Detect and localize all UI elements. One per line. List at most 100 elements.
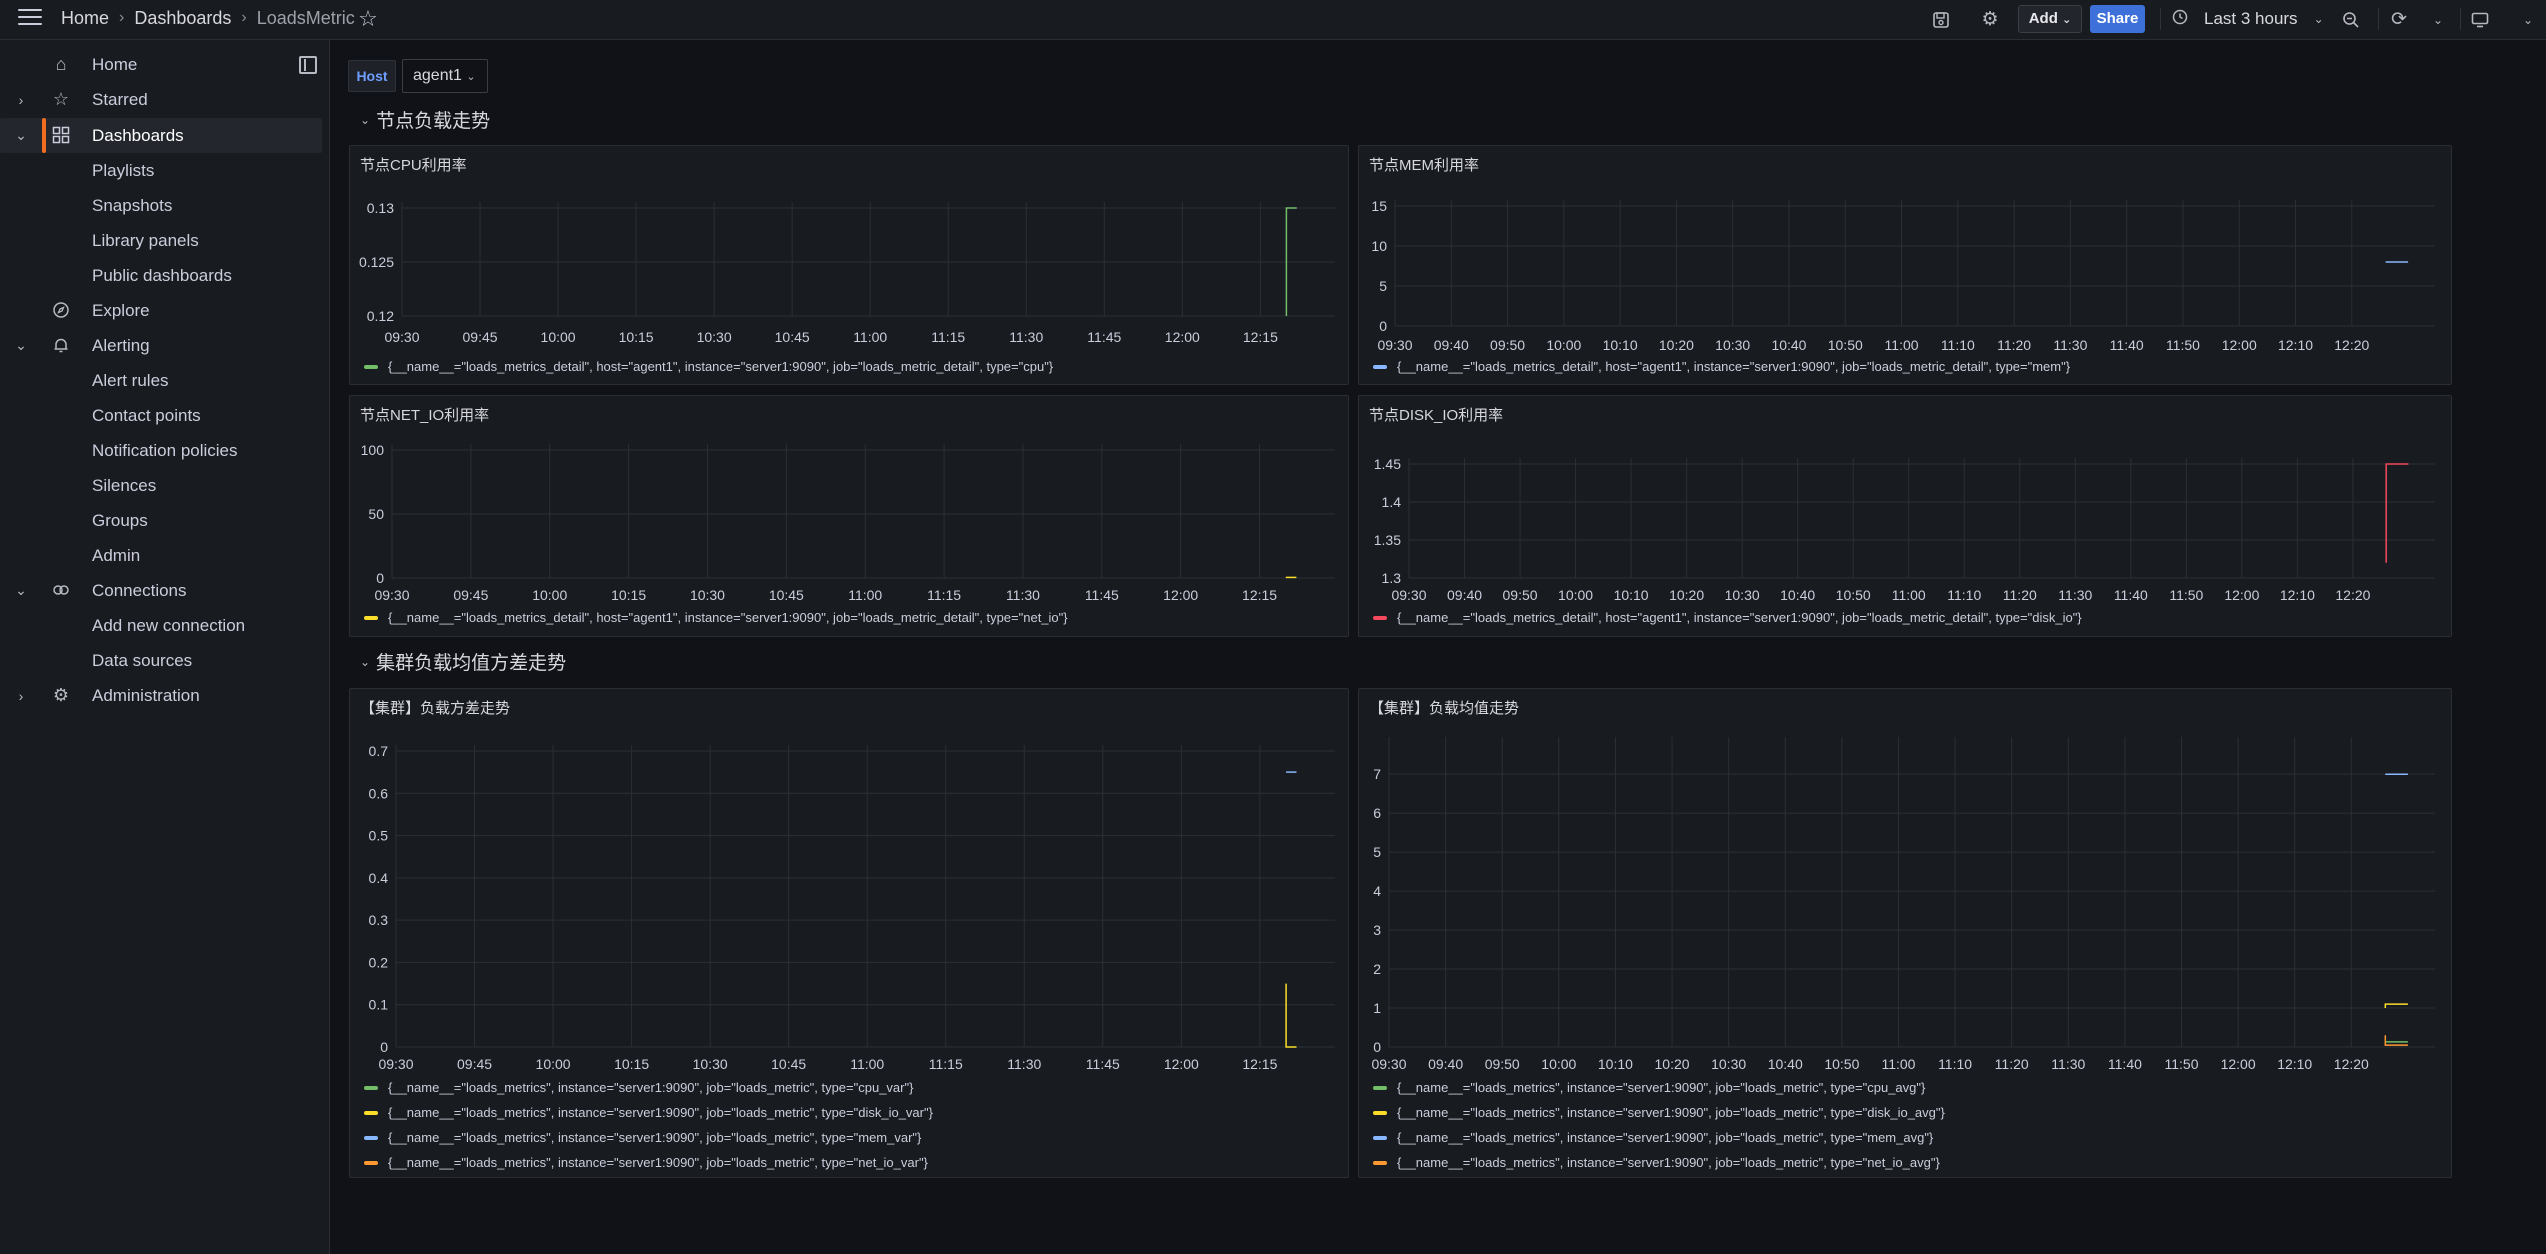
chart-legend: {__name__="loads_metrics_detail", host="…: [1373, 354, 2070, 379]
sidebar-item-add-new-connection[interactable]: Add new connection: [0, 608, 322, 643]
bell-icon: [50, 332, 72, 359]
x-tick-label: 11:30: [2053, 337, 2087, 353]
legend-item[interactable]: {__name__="loads_metrics", instance="ser…: [1373, 1150, 1945, 1175]
sidebar-item-label: Silences: [92, 475, 157, 495]
x-tick-label: 11:00: [1885, 337, 1919, 353]
legend-label: {__name__="loads_metrics", instance="ser…: [388, 1105, 933, 1120]
legend-item[interactable]: {__name__="loads_metrics", instance="ser…: [364, 1125, 933, 1150]
sidebar-item-public-dashboards[interactable]: Public dashboards: [0, 258, 322, 293]
sidebar-item-snapshots[interactable]: Snapshots: [0, 188, 322, 223]
panel-mem[interactable]: 节点MEM利用率 0 5 10 15 09:30 09:40 09:50 10:00 10:10 1…: [1358, 145, 2452, 385]
chart-svg: 0 5 10 15 09:30 09:40 09:50 10:00 10:10 10:20 10:3…: [1371, 198, 2435, 353]
star-icon[interactable]: ☆: [356, 7, 380, 31]
y-tick-label: 0.6: [369, 785, 389, 801]
x-tick-label: 10:00: [1541, 1056, 1576, 1072]
sidebar-item-contact-points[interactable]: Contact points: [0, 398, 322, 433]
y-tick-label: 5: [1373, 844, 1381, 860]
y-tick-label: 1.35: [1374, 532, 1401, 548]
tv-mode-icon[interactable]: [2466, 6, 2494, 34]
refresh-icon[interactable]: ⟳: [2385, 6, 2413, 34]
clock-icon: [2172, 9, 2188, 30]
series-line: [2384, 1003, 2408, 1008]
share-button[interactable]: Share: [2090, 5, 2145, 33]
x-tick-label: 10:00: [541, 329, 576, 345]
x-tick-label: 10:30: [1711, 1056, 1746, 1072]
menu-icon[interactable]: [18, 9, 42, 29]
breadcrumb-home[interactable]: Home: [61, 8, 109, 29]
save-icon[interactable]: [1927, 6, 1955, 34]
time-range-picker[interactable]: Last 3 hours ⌄: [2172, 5, 2324, 33]
add-button[interactable]: Add ⌄: [2018, 5, 2082, 33]
chevron-down-icon[interactable]: ⌄: [2424, 6, 2452, 34]
sidebar-item-playlists[interactable]: Playlists: [0, 153, 322, 188]
sidebar-item-admin[interactable]: Admin: [0, 538, 322, 573]
sidebar-item-label: Starred: [92, 89, 148, 109]
gear-icon[interactable]: ⚙: [1976, 6, 2004, 34]
x-tick-label: 11:45: [1086, 1056, 1120, 1072]
legend-item[interactable]: {__name__="loads_metrics_detail", host="…: [1373, 605, 2082, 630]
chevron-right-icon[interactable]: ›: [14, 688, 28, 704]
legend-item[interactable]: {__name__="loads_metrics", instance="ser…: [364, 1100, 933, 1125]
chevron-down-icon[interactable]: ⌄: [2514, 6, 2542, 34]
x-tick-label: 09:30: [1391, 587, 1426, 603]
row-header-node-load[interactable]: ⌄ 节点负载走势: [360, 106, 490, 133]
legend-item[interactable]: {__name__="loads_metrics_detail", host="…: [1373, 354, 2070, 379]
y-tick-label: 15: [1371, 198, 1387, 214]
legend-item[interactable]: {__name__="loads_metrics_detail", host="…: [364, 354, 1053, 379]
y-tick-label: 0: [1373, 1039, 1381, 1055]
panel-net-io[interactable]: 节点NET_IO利用率 0 50 100 09:30 09:45 10:00 10:15 10:…: [349, 395, 1349, 637]
x-tick-label: 12:20: [2334, 337, 2369, 353]
chart-legend: {__name__="loads_metrics_detail", host="…: [1373, 605, 2082, 630]
sidebar-item-silences[interactable]: Silences: [0, 468, 322, 503]
star-icon: ☆: [52, 89, 70, 109]
x-tick-label: 10:20: [1655, 1056, 1690, 1072]
series-line: [1285, 983, 1297, 1048]
sidebar-item-administration[interactable]: › ⚙ Administration: [0, 678, 322, 713]
sidebar-item-explore[interactable]: Explore: [0, 293, 322, 328]
chevron-down-icon[interactable]: ⌄: [14, 127, 28, 144]
panel-cpu[interactable]: 节点CPU利用率 0.12 0.125 0.13 09:30 09:45 10:00 10:1…: [349, 145, 1349, 385]
panel-cluster-variance[interactable]: 【集群】负载方差走势 0 0.1 0.2 0.3 0.4 0.5 0.6 0.7 09:30 09:…: [349, 688, 1349, 1178]
zoom-out-icon[interactable]: [2337, 6, 2365, 34]
sidebar-item-data-sources[interactable]: Data sources: [0, 643, 322, 678]
y-tick-label: 0.125: [359, 254, 394, 270]
active-indicator: [42, 118, 46, 153]
sidebar-item-alerting[interactable]: ⌄ Alerting: [0, 328, 322, 363]
x-tick-label: 10:50: [1836, 587, 1871, 603]
x-tick-label: 10:15: [611, 587, 646, 603]
sidebar-item-notification-policies[interactable]: Notification policies: [0, 433, 322, 468]
x-tick-label: 11:30: [1009, 329, 1043, 345]
sidebar-item-dashboards[interactable]: ⌄ Dashboards: [0, 118, 322, 153]
sidebar-item-groups[interactable]: Groups: [0, 503, 322, 538]
sidebar-item-alert-rules[interactable]: Alert rules: [0, 363, 322, 398]
x-tick-label: 10:20: [1669, 587, 1704, 603]
legend-item[interactable]: {__name__="loads_metrics", instance="ser…: [1373, 1125, 1945, 1150]
legend-item[interactable]: {__name__="loads_metrics", instance="ser…: [364, 1150, 933, 1175]
legend-item[interactable]: {__name__="loads_metrics", instance="ser…: [364, 1075, 933, 1100]
legend-label: {__name__="loads_metrics", instance="ser…: [1397, 1105, 1945, 1120]
y-tick-label: 0: [376, 570, 384, 586]
row-header-cluster-load[interactable]: ⌄ 集群负载均值方差走势: [360, 648, 566, 675]
legend-item[interactable]: {__name__="loads_metrics", instance="ser…: [1373, 1075, 1945, 1100]
legend-item[interactable]: {__name__="loads_metrics_detail", host="…: [364, 605, 1068, 630]
chart-legend: {__name__="loads_metrics_detail", host="…: [364, 605, 1068, 630]
legend-item[interactable]: {__name__="loads_metrics", instance="ser…: [1373, 1100, 1945, 1125]
breadcrumb-dashboards[interactable]: Dashboards: [134, 8, 231, 29]
x-tick-label: 10:45: [769, 587, 804, 603]
sidebar-item-connections[interactable]: ⌄ Connections: [0, 573, 322, 608]
panel-cluster-average[interactable]: 【集群】负载均值走势 0 1 2 3 4 5 6 7 09:30 09:40 09:50 10:00 10…: [1358, 688, 2452, 1178]
legend-swatch: [1373, 364, 1387, 369]
variable-host-select[interactable]: agent1 ⌄: [402, 59, 488, 93]
sidebar-item-starred[interactable]: › ☆ Starred: [0, 82, 322, 117]
chevron-right-icon[interactable]: ›: [14, 92, 28, 108]
legend-swatch: [364, 1135, 378, 1140]
panel-disk-io[interactable]: 节点DISK_IO利用率 1.3 1.35 1.4 1.45 09:30 09:40 09:5…: [1358, 395, 2452, 637]
sidebar-item-home[interactable]: ⌂ Home: [0, 47, 322, 82]
toolbar-divider: [2460, 8, 2461, 30]
sidebar-item-library-panels[interactable]: Library panels: [0, 223, 322, 258]
chevron-down-icon[interactable]: ⌄: [14, 337, 28, 354]
chevron-down-icon: ⌄: [360, 654, 371, 669]
x-tick-label: 09:30: [1377, 337, 1412, 353]
x-tick-label: 10:30: [697, 329, 732, 345]
chevron-down-icon[interactable]: ⌄: [14, 582, 28, 599]
